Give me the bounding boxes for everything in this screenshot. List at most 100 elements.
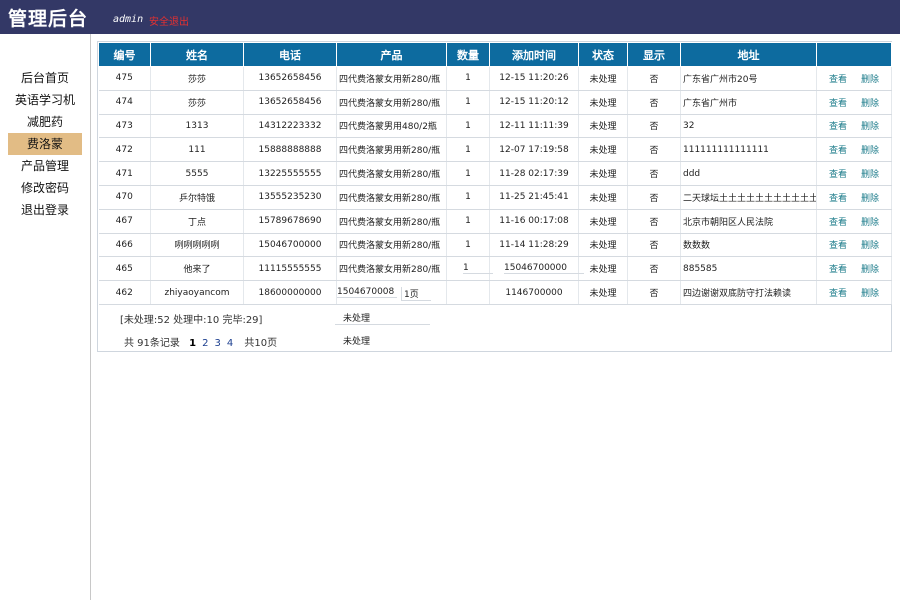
cell-id: 471 <box>98 161 151 186</box>
stray-phone-462: 1504670008 <box>337 287 397 298</box>
table-row: 466 咧咧咧咧咧 15046700000 四代费洛蒙女用新280/瓶 1 11-14 1… <box>98 233 892 258</box>
page-total: 共10页 <box>244 338 278 349</box>
cell-actions: 查看 删除 <box>816 90 892 115</box>
sidebar: 后台首页 英语学习机 减肥药 费洛蒙 产品管理 修改密码 退出登录 <box>0 34 91 600</box>
cell-time: 11-14 11:28:29 <box>489 233 579 258</box>
cell-show: 否 <box>627 280 681 305</box>
cell-address: 数数数 <box>680 233 817 258</box>
delete-link[interactable]: 删除 <box>861 99 879 109</box>
sidebar-item-0[interactable]: 后台首页 <box>8 67 82 89</box>
delete-link[interactable]: 删除 <box>861 218 879 228</box>
page-link-4[interactable]: 4 <box>227 338 233 349</box>
cell-id: 462 <box>98 280 151 305</box>
sidebar-item-3[interactable]: 费洛蒙 <box>8 133 82 155</box>
cell-name: 111 <box>150 137 244 163</box>
cell-phone: 13555235230 <box>243 185 337 210</box>
table-row: 465 他来了 11115555555 四代费洛蒙女用新280/瓶 未处理否 885585… <box>98 256 892 282</box>
table-row: 473 1313 14312223332 四代费洛蒙男用480/2瓶 1 12-11 11… <box>98 114 892 139</box>
cell-address: 二天球坛土土土土土土土土土土土 <box>680 185 817 210</box>
cell-actions: 查看 删除 <box>816 66 892 91</box>
status-summary: [未处理:52 处理中:10 完毕:29] <box>120 315 263 326</box>
cell-name: 咧咧咧咧咧 <box>150 233 244 258</box>
view-link[interactable]: 查看 <box>829 99 847 109</box>
view-link[interactable]: 查看 <box>829 289 847 299</box>
view-link[interactable]: 查看 <box>829 146 847 156</box>
view-link[interactable]: 查看 <box>829 265 847 275</box>
cell-address: 四边谢谢双底防守打法赖读 <box>680 280 817 305</box>
safe-logout-link[interactable]: 安全退出 <box>149 13 189 28</box>
delete-link[interactable]: 删除 <box>861 194 879 204</box>
cell-name: 莎莎 <box>150 66 244 91</box>
cell-actions: 查看 删除 <box>816 114 892 139</box>
delete-link[interactable]: 删除 <box>861 265 879 275</box>
cell-status: 未处理 <box>578 256 628 282</box>
cell-time: 11-28 02:17:39 <box>489 161 579 186</box>
cell-phone: 15789678690 <box>243 209 337 234</box>
cell-status: 未处理 <box>578 161 628 186</box>
cell-status: 未处理 <box>578 114 628 139</box>
stray-page: 1页 <box>401 287 431 301</box>
cell-id: 473 <box>98 114 151 139</box>
cell-qty <box>446 280 490 305</box>
cell-time: 12-15 11:20:26 <box>489 66 579 91</box>
cell-actions: 查看 删除 <box>816 161 892 186</box>
table-row: 474 莎莎 13652658456 四代费洛蒙女用新280/瓶 1 12-15 11:2… <box>98 90 892 115</box>
sidebar-item-5[interactable]: 修改密码 <box>8 177 82 199</box>
sidebar-item-6[interactable]: 退出登录 <box>8 199 82 221</box>
cell-product: 四代费洛蒙女用新280/瓶 <box>336 256 447 282</box>
cell-status: 未处理 <box>578 66 628 91</box>
cell-id: 474 <box>98 90 151 115</box>
cell-qty: 1 <box>446 114 490 139</box>
record-count: 共 91条记录 <box>124 338 180 349</box>
cell-status: 未处理 <box>578 90 628 115</box>
sidebar-item-2[interactable]: 减肥药 <box>8 111 82 133</box>
cell-show: 否 <box>627 90 681 115</box>
sidebar-item-4[interactable]: 产品管理 <box>8 155 82 177</box>
pagination: 共 91条记录 1234 共10页 <box>124 334 277 349</box>
column-header-5: 添加时间 <box>489 42 579 67</box>
table-row: 467 丁点 15789678690 四代费洛蒙女用新280/瓶 1 11-16 00:1… <box>98 209 892 234</box>
delete-link[interactable]: 删除 <box>861 75 879 85</box>
delete-link[interactable]: 删除 <box>861 146 879 156</box>
cell-time: 1146700000 <box>489 280 579 305</box>
view-link[interactable]: 查看 <box>829 122 847 132</box>
column-header-3: 产品 <box>336 42 447 67</box>
cell-qty: 1 <box>446 185 490 210</box>
cell-product: 四代费洛蒙男用新280/瓶 <box>336 137 447 163</box>
cell-name: 5555 <box>150 161 244 186</box>
cell-name: 他来了 <box>150 256 244 282</box>
cell-address: 广东省广州市 <box>680 90 817 115</box>
page-link-1[interactable]: 1 <box>189 338 196 349</box>
cell-qty: 1 <box>446 66 490 91</box>
sidebar-item-1[interactable]: 英语学习机 <box>8 89 82 111</box>
view-link[interactable]: 查看 <box>829 194 847 204</box>
view-link[interactable]: 查看 <box>829 241 847 251</box>
cell-show: 否 <box>627 66 681 91</box>
delete-link[interactable]: 删除 <box>861 170 879 180</box>
cell-address: 32 <box>680 114 817 139</box>
table-row: 470 乒尔特饿 13555235230 四代费洛蒙女用新280/瓶 1 11-25 21… <box>98 185 892 210</box>
view-link[interactable]: 查看 <box>829 218 847 228</box>
cell-actions: 查看 删除 <box>816 256 892 282</box>
cell-name: 莎莎 <box>150 90 244 115</box>
table-row: 472 111 15888888888 四代费洛蒙男用新280/瓶 1 12-07 17:… <box>98 137 892 163</box>
cell-address: 111111111111111 <box>680 137 817 163</box>
cell-name: 丁点 <box>150 209 244 234</box>
delete-link[interactable]: 删除 <box>861 241 879 251</box>
cell-show: 否 <box>627 137 681 163</box>
cell-phone: 18600000000 <box>243 280 337 305</box>
view-link[interactable]: 查看 <box>829 75 847 85</box>
page-link-2[interactable]: 2 <box>202 338 208 349</box>
cell-address: 885585 <box>680 256 817 282</box>
delete-link[interactable]: 删除 <box>861 289 879 299</box>
cell-product: 四代费洛蒙女用新280/瓶 <box>336 90 447 115</box>
page-link-3[interactable]: 3 <box>214 338 220 349</box>
cell-qty: 1 <box>446 90 490 115</box>
cell-phone: 14312223332 <box>243 114 337 139</box>
order-list-panel: 编号 姓名 电话 产品 数量 添加时间 状态 显示 地址 475 莎莎 13652658456 四代费… <box>97 41 892 352</box>
cell-show: 否 <box>627 161 681 186</box>
column-header-0: 编号 <box>98 42 151 67</box>
cell-time: 12-07 17:19:58 <box>489 137 579 163</box>
view-link[interactable]: 查看 <box>829 170 847 180</box>
delete-link[interactable]: 删除 <box>861 122 879 132</box>
